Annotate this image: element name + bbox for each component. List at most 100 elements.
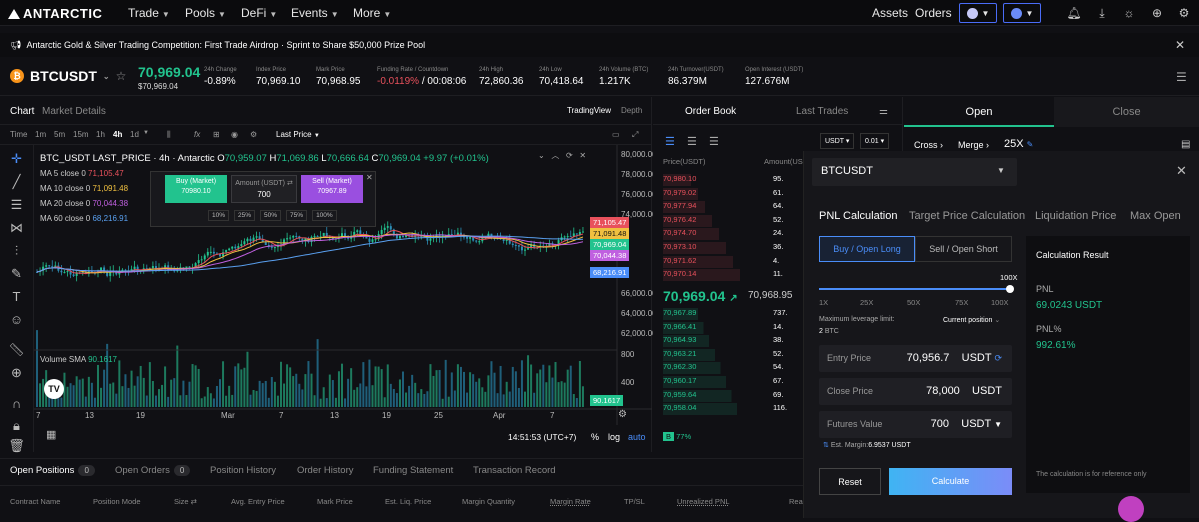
amount-input[interactable]: Amount (USDT) ⇄ 700 <box>231 175 297 203</box>
entry-price-field[interactable]: Entry Price 70,956.7 USDT ⟳ <box>819 345 1012 372</box>
calc-symbol-select[interactable]: BTCUSDT ▼ <box>812 158 1017 186</box>
bid-row[interactable]: 70,966.41 14. <box>663 321 803 334</box>
interval-1h[interactable]: 1h <box>96 130 105 139</box>
magnet-icon[interactable]: ∩ <box>9 396 24 411</box>
calculator-icon[interactable]: ▤ <box>1181 139 1190 150</box>
ask-row[interactable]: 70,979.02 61. <box>663 187 803 200</box>
pct-75[interactable]: 75% <box>286 210 308 221</box>
zoom-icon[interactable]: ⊕ <box>9 365 24 380</box>
emoji-icon[interactable]: ☺ <box>9 312 24 327</box>
tab-open-positions[interactable]: Open Positions 0 <box>10 465 95 476</box>
settings-icon[interactable]: ⚙︎ <box>1176 5 1192 21</box>
nav-trade[interactable]: Trade ▼ <box>128 6 170 20</box>
col-size[interactable]: Size ⇄ <box>174 497 197 506</box>
nav-defi[interactable]: DeFi ▼ <box>241 6 277 20</box>
ask-row[interactable]: 70,974.70 24. <box>663 228 803 241</box>
interval-1m[interactable]: 1m <box>35 130 46 139</box>
symbol-selector[interactable]: ₿ BTCUSDT ⌄ ☆ <box>10 68 126 84</box>
banner-text[interactable]: Antarctic Gold & Silver Trading Competit… <box>26 40 425 50</box>
sell-open-short-button[interactable]: Sell / Open Short <box>915 236 1012 262</box>
futures-value-field[interactable]: Futures Value 700 USDT ▼ <box>819 411 1012 438</box>
view-bids-icon[interactable]: ☰ <box>687 135 697 148</box>
close-icon[interactable]: ✕ <box>1175 38 1185 52</box>
bid-row[interactable]: 70,964.93 38. <box>663 335 803 348</box>
settings-icon[interactable]: ⚙︎ <box>618 409 627 420</box>
ask-row[interactable]: 70,980.10 95. <box>663 174 803 186</box>
refresh-icon[interactable]: ⟳ <box>994 353 1002 363</box>
tab-max-open[interactable]: Max Open <box>1130 210 1181 222</box>
pct-50[interactable]: 50% <box>260 210 282 221</box>
nav-orders[interactable]: Orders <box>915 6 952 20</box>
camera-icon[interactable]: ◉ <box>231 130 238 139</box>
text-icon[interactable]: T <box>9 289 24 304</box>
tab-transaction-record[interactable]: Transaction Record <box>473 465 556 476</box>
sell-market-button[interactable]: Sell (Market) 70967.89 <box>301 175 363 203</box>
percent-toggle[interactable]: % <box>591 432 599 442</box>
pct-25[interactable]: 25% <box>234 210 256 221</box>
pct-10[interactable]: 10% <box>208 210 230 221</box>
fullscreen-icon[interactable]: ⤢ <box>632 130 638 140</box>
bid-row[interactable]: 70,959.64 69. <box>663 389 803 402</box>
reset-button[interactable]: Reset <box>819 468 881 495</box>
tab-target-price[interactable]: Target Price Calculation <box>909 210 1025 222</box>
antarctic-logo[interactable]: ANTARCTIC <box>8 6 102 21</box>
lock-icon[interactable]: 🔒︎ <box>9 418 24 433</box>
tab-open[interactable]: Open <box>904 97 1054 127</box>
close-price-field[interactable]: Close Price 78,000 USDT <box>819 378 1012 405</box>
brush-icon[interactable]: ✎ <box>9 266 24 281</box>
chevron-down-icon[interactable]: ▼ <box>994 420 1002 429</box>
tab-depth[interactable]: Depth <box>621 106 642 115</box>
chart-control-icons[interactable]: ⌄ ︿ ⟳ ✕ <box>538 150 586 161</box>
panel-icon[interactable]: ▭ <box>612 130 620 139</box>
bell-icon[interactable]: 🔔︎ <box>1066 5 1082 21</box>
globe-icon[interactable]: ⊕ <box>1149 5 1165 21</box>
buy-market-button[interactable]: Buy (Market) 70980.10 <box>165 175 227 203</box>
tab-liquidation-price[interactable]: Liquidation Price <box>1035 210 1116 222</box>
tab-order-book[interactable]: Order Book <box>685 106 736 117</box>
prediction-icon[interactable]: ⫶ <box>9 243 24 258</box>
price-type-select[interactable]: Last Price ▼ <box>276 130 320 139</box>
nav-more[interactable]: More ▼ <box>353 6 391 20</box>
network-selector[interactable]: ▼ <box>959 3 997 23</box>
crosshair-icon[interactable]: ✛ <box>9 151 24 166</box>
indicators-icon[interactable]: fx <box>194 130 200 139</box>
buy-open-long-button[interactable]: Buy / Open Long <box>819 236 915 262</box>
ask-row[interactable]: 70,977.94 64. <box>663 201 803 214</box>
interval-5m[interactable]: 5m <box>54 130 65 139</box>
interval-15m[interactable]: 15m <box>73 130 89 139</box>
wallet-selector[interactable]: ▼ <box>1003 3 1041 23</box>
ask-row[interactable]: 70,970.14 11. <box>663 269 803 282</box>
chevron-down-icon[interactable]: ▼ <box>143 130 149 136</box>
ask-row[interactable]: 70,971.62 4. <box>663 255 803 268</box>
position-mode-merge[interactable]: Merge › <box>958 140 989 150</box>
nav-events[interactable]: Events ▼ <box>291 6 339 20</box>
tab-close[interactable]: Close <box>1054 97 1199 127</box>
bid-row[interactable]: 70,962.30 54. <box>663 362 803 375</box>
step-select[interactable]: 0.01 ▾ <box>860 133 890 149</box>
tab-pnl-calculation[interactable]: PNL Calculation <box>819 210 897 222</box>
ask-row[interactable]: 70,976.42 52. <box>663 214 803 227</box>
bid-row[interactable]: 70,963.21 52. <box>663 348 803 361</box>
theme-icon[interactable]: ☼ <box>1121 5 1137 21</box>
bid-row[interactable]: 70,960.17 67. <box>663 376 803 388</box>
leverage-slider-handle[interactable] <box>1006 285 1014 293</box>
unit-select[interactable]: USDT ▾ <box>820 133 855 149</box>
fib-icon[interactable]: ☰ <box>9 197 24 212</box>
star-icon[interactable]: ☆ <box>116 69 127 83</box>
current-position-select[interactable]: Current position ⌄ <box>943 316 1000 324</box>
interval-1d[interactable]: 1d <box>130 130 139 139</box>
view-asks-icon[interactable]: ☰ <box>709 135 719 148</box>
auto-toggle[interactable]: auto <box>628 432 646 442</box>
nav-assets[interactable]: Assets <box>872 6 908 20</box>
calendar-icon[interactable]: ▦ <box>46 428 56 441</box>
ask-row[interactable]: 70,973.10 36. <box>663 242 803 254</box>
calculate-button[interactable]: Calculate <box>889 468 1012 495</box>
pct-100[interactable]: 100% <box>312 210 337 221</box>
sliders-icon[interactable]: ⚌ <box>879 106 888 117</box>
delete-icon[interactable]: 🗑︎ <box>8 438 25 453</box>
download-icon[interactable]: ⤓ <box>1094 5 1110 21</box>
tab-order-history[interactable]: Order History <box>297 465 353 476</box>
tab-market-details[interactable]: Market Details <box>42 106 106 117</box>
pattern-icon[interactable]: ⋈ <box>9 220 24 235</box>
interval-time[interactable]: Time <box>10 130 27 139</box>
